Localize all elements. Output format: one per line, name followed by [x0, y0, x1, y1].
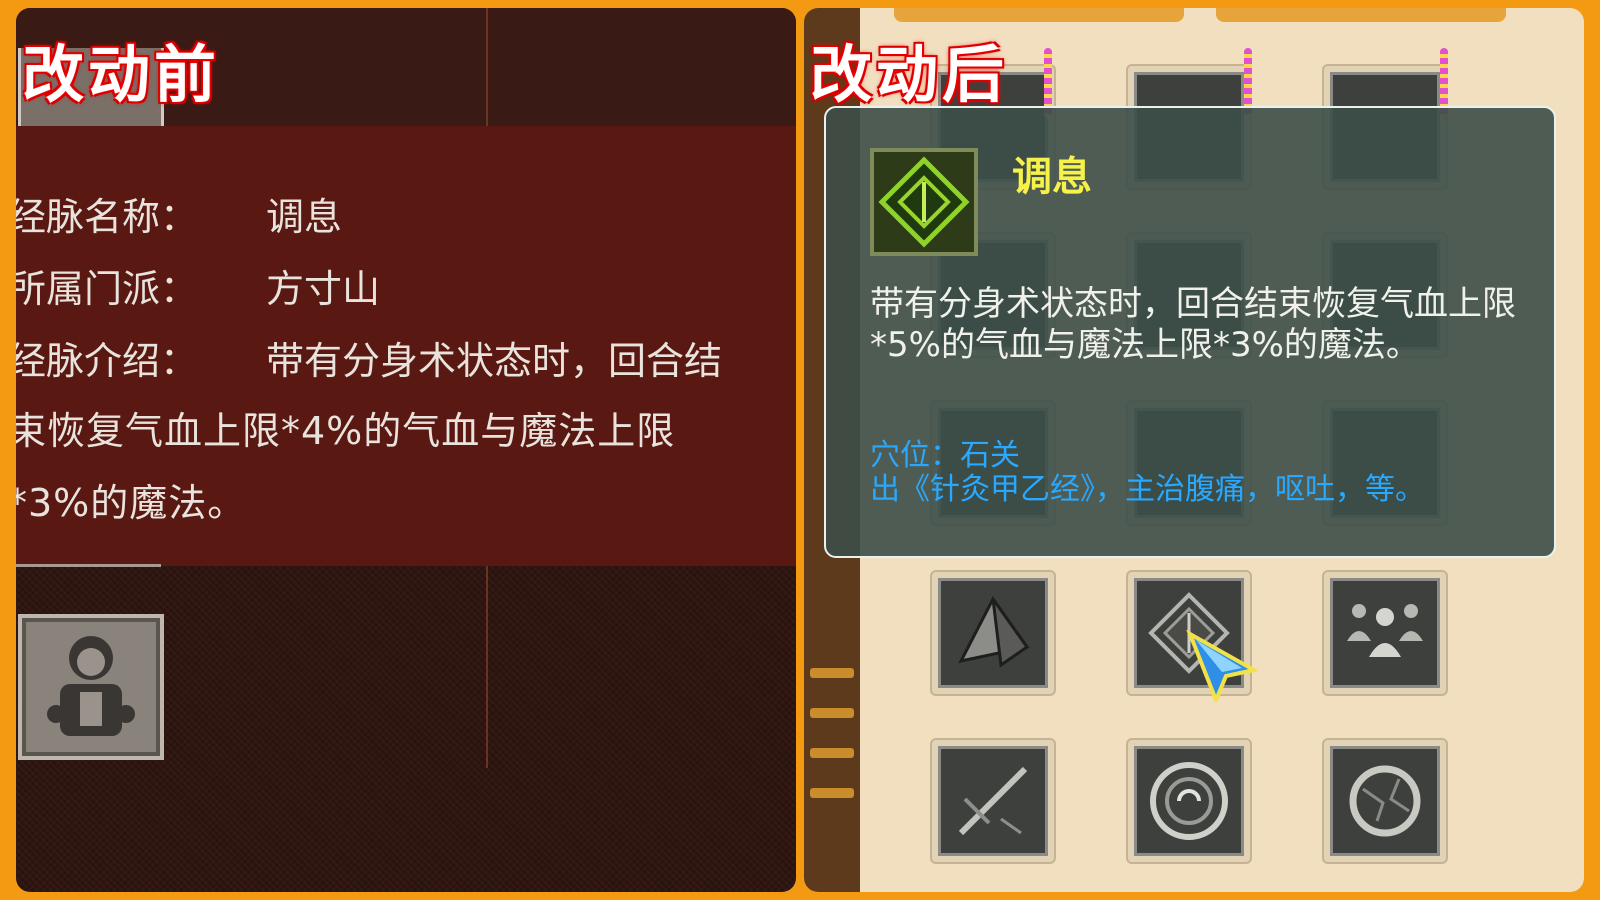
after-title: 改动后: [810, 38, 1009, 111]
tooltip-skill-name: 调息: [1012, 154, 1092, 200]
skill-icon: [870, 148, 978, 256]
skill-slot[interactable]: [930, 570, 1056, 696]
meridian-info-box: 经脉名称： 调息 所属门派： 方寸山 经脉介绍： 带有分身术状态时，回合结 束恢…: [16, 126, 796, 566]
skill-slot[interactable]: [1322, 738, 1448, 864]
cracked-circle-icon: [1349, 765, 1421, 837]
intro-line-3: *3%的魔法。: [16, 481, 247, 525]
cursor-icon: [1186, 630, 1258, 702]
before-title: 改动前: [22, 38, 221, 111]
top-tab[interactable]: [894, 8, 1184, 22]
diamond-sigil-icon: [878, 156, 970, 248]
before-panel: 经脉名称： 调息 所属门派： 方寸山 经脉介绍： 带有分身术状态时，回合结 束恢…: [16, 8, 796, 892]
skill-slot[interactable]: [930, 738, 1056, 864]
pyramid-icon: [958, 596, 1030, 668]
broken-sword-icon: [958, 766, 1028, 836]
name-label: 经脉名称：: [16, 195, 199, 239]
sect-label: 所属门派：: [16, 267, 199, 311]
tooltip-description: 带有分身术状态时，回合结束恢复气血上限*5%的气血与魔法上限*3%的魔法。: [870, 284, 1516, 365]
guardian-figure-icon: [47, 636, 135, 736]
skill-slot[interactable]: [1126, 738, 1252, 864]
skill-slot[interactable]: [1322, 570, 1448, 696]
name-value: 调息: [266, 195, 343, 239]
intro-line-2: 束恢复气血上限*4%的气血与魔法上限: [16, 409, 676, 453]
sect-value: 方寸山: [266, 267, 381, 311]
meditating-monks-icon: [1347, 604, 1423, 657]
top-tab[interactable]: [1216, 8, 1506, 22]
separator-line: [16, 564, 161, 567]
after-panel: 调息 带有分身术状态时，回合结束恢复气血上限*5%的气血与魔法上限*3%的魔法。…: [804, 8, 1584, 892]
spiral-medallion-icon: [1150, 762, 1228, 840]
skill-slot[interactable]: [18, 614, 164, 760]
acupoint-info: 出《针灸甲乙经》，主治腹痛，呕吐，等。: [870, 472, 1425, 507]
intro-label: 经脉介绍：: [16, 339, 199, 383]
meridian-tooltip: 调息 带有分身术状态时，回合结束恢复气血上限*5%的气血与魔法上限*3%的魔法。…: [824, 106, 1556, 558]
intro-line-1: 带有分身术状态时，回合结: [266, 339, 723, 383]
